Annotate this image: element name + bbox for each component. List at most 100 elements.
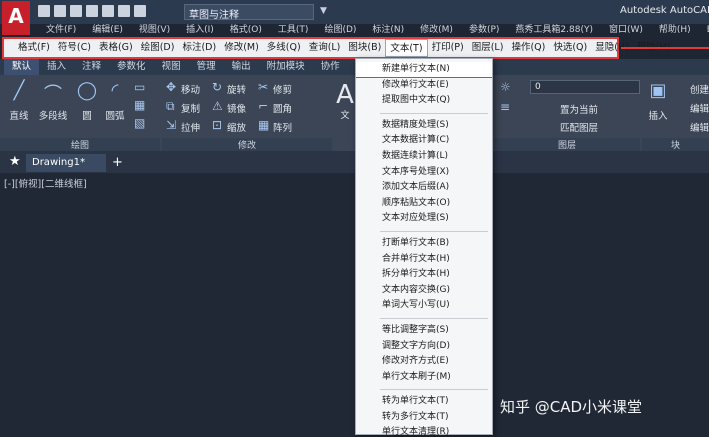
menu-item[interactable]: Exp [699,23,709,37]
save-icon[interactable] [70,5,82,17]
workspace-select[interactable]: 草图与注释 [184,4,314,21]
panel-layer-title[interactable]: 图层 [494,138,640,151]
plugin-menu-item[interactable]: 格式(F) [14,39,54,57]
panel-draw-title[interactable]: 绘图 [0,138,160,151]
ribbon-tab[interactable]: 管理 [189,59,224,75]
plugin-menu-item[interactable]: 图层(L) [468,39,508,57]
plugin-menu-item[interactable]: 多线(Q) [263,39,305,57]
dropdown-menu-item[interactable]: 单词大写小写(U) [356,298,492,314]
dropdown-menu-item[interactable]: 拆分单行文本(H) [356,267,492,283]
plugin-menu-item[interactable]: 打印(P) [428,39,468,57]
rectangle-icon[interactable]: ▭ [134,80,145,94]
dropdown-menu-item[interactable]: 文本序号处理(X) [356,165,492,181]
plugin-menu-item[interactable]: 快选(Q) [549,39,591,57]
ribbon-tab[interactable]: 输出 [224,59,259,75]
circle-tool[interactable]: ◯ 圆 [72,80,102,122]
set-current-button[interactable]: 置为当前 [560,102,598,116]
array-button[interactable]: 阵列 [273,120,292,134]
fillet-button[interactable]: 圆角 [273,101,292,115]
ribbon-tab[interactable]: 注释 [74,59,109,75]
menu-item[interactable]: 帮助(H) [651,23,699,37]
stretch-button[interactable]: 拉伸 [181,120,200,134]
dropdown-menu-item[interactable]: 转为单行文本(T) [356,394,492,410]
dropdown-menu-item[interactable]: 文本对应处理(S) [356,211,492,227]
match-layer-button[interactable]: 匹配图层 [560,120,598,134]
menu-item[interactable]: 燕秀工具箱2.88(Y) [507,23,601,37]
copy-button[interactable]: 复制 [181,101,200,115]
ribbon-tab[interactable]: 附加模块 [259,59,313,75]
dropdown-menu-item[interactable]: 单行文本刷子(M) [356,370,492,386]
trim-button[interactable]: 修剪 [273,82,292,96]
dropdown-menu-item[interactable]: 顺序粘贴文本(O) [356,196,492,212]
plugin-menu-item[interactable]: 查询(L) [305,39,345,57]
new-icon[interactable] [38,5,50,17]
layer-tools-icon[interactable]: ≡ [500,100,510,114]
dropdown-menu-item[interactable]: 等比调整字高(S) [356,323,492,339]
ribbon-tab[interactable]: 协作 [313,59,348,75]
start-star-icon[interactable]: ★ [9,154,21,169]
menu-item[interactable]: 插入(I) [178,23,222,37]
scale-button[interactable]: 缩放 [227,120,246,134]
menu-item[interactable]: 修改(M) [412,23,461,37]
plugin-menu-item[interactable]: 表格(G) [95,39,137,57]
ribbon-tab[interactable]: 默认 [4,59,40,75]
undo-icon[interactable] [118,5,130,17]
new-tab-plus-icon[interactable]: + [112,155,123,170]
dropdown-menu-item[interactable]: 合并单行文本(H) [356,252,492,268]
dropdown-menu-item[interactable]: 添加文本后缀(A) [356,180,492,196]
viewport-label[interactable]: [-][俯视][二维线框] [4,176,87,190]
dropdown-menu-item[interactable]: 打断单行文本(B) [356,236,492,252]
arc-tool[interactable]: ◜ 圆弧 [100,80,130,122]
menu-item[interactable]: 编辑(E) [84,23,131,37]
dropdown-menu-item[interactable]: 修改单行文本(E) [356,78,492,94]
mirror-button[interactable]: 镜像 [227,101,246,115]
open-icon[interactable] [54,5,66,17]
menu-item[interactable]: 格式(O) [222,23,270,37]
menu-item[interactable]: 工具(T) [270,23,317,37]
polyline-tool[interactable]: ⌒ 多段线 [36,80,70,122]
hatch-icon[interactable]: ▦ [134,98,145,112]
ribbon-tab[interactable]: 插入 [39,59,74,75]
text-tool[interactable]: A文 [336,80,354,121]
plugin-menu-item[interactable]: 绘图(D) [137,39,179,57]
move-button[interactable]: 移动 [181,82,200,96]
dropdown-menu-item[interactable]: 新建单行文本(N) [356,62,492,78]
layer-props-icon[interactable]: ☼ [500,80,511,94]
line-tool[interactable]: ╱ 直线 [4,80,34,122]
plugin-menu-item[interactable]: 符号(C) [54,39,95,57]
insert-block-tool[interactable]: ▣ 插入 [644,80,672,122]
menu-item[interactable]: 绘图(D) [316,23,364,37]
dropdown-menu-item[interactable]: 数据精度处理(S) [356,118,492,134]
dropdown-menu-item[interactable]: 文本内容交换(G) [356,283,492,299]
ribbon-tab[interactable]: 视图 [154,59,189,75]
redo-icon[interactable] [134,5,146,17]
dropdown-menu-item[interactable]: 文本数据计算(C) [356,133,492,149]
dropdown-menu-item[interactable]: 提取图中文本(Q) [356,93,492,109]
dropdown-menu-item[interactable]: 数据连续计算(L) [356,149,492,165]
create-block-button[interactable]: 创建 [690,82,709,96]
autocad-logo-icon[interactable]: A [2,1,30,35]
menu-item[interactable]: 标注(N) [364,23,412,37]
panel-modify-title[interactable]: 修改 [162,138,332,151]
plugin-menu-item[interactable]: 操作(Q) [507,39,549,57]
edit-attr-button[interactable]: 编辑 [690,120,709,134]
panel-block-title[interactable]: 块 [642,138,709,151]
plugin-menu-item[interactable]: 修改(M) [220,39,263,57]
document-tab[interactable]: Drawing1* [26,154,106,172]
menu-item[interactable]: 窗口(W) [601,23,651,37]
dropdown-menu-item[interactable]: 转为多行文本(T) [356,410,492,426]
saveas-icon[interactable] [86,5,98,17]
plugin-menu-item[interactable]: 图块(B) [344,39,385,57]
dropdown-menu-item[interactable]: 调整文字方向(D) [356,339,492,355]
plugin-menu-item[interactable]: 文本(T) [385,39,428,57]
plugin-menu-item[interactable]: 标注(D) [178,39,220,57]
dropdown-menu-item[interactable]: 单行文本清理(R) [356,425,492,437]
print-icon[interactable] [102,5,114,17]
menu-item[interactable]: 文件(F) [38,23,84,37]
dropdown-menu-item[interactable]: 修改对齐方式(E) [356,354,492,370]
menu-item[interactable]: 视图(V) [131,23,178,37]
chevron-down-icon[interactable]: ▼ [320,6,327,16]
boundary-icon[interactable]: ▧ [134,116,145,130]
menu-item[interactable]: 参数(P) [461,23,507,37]
layer-select[interactable]: 0 [530,80,640,94]
